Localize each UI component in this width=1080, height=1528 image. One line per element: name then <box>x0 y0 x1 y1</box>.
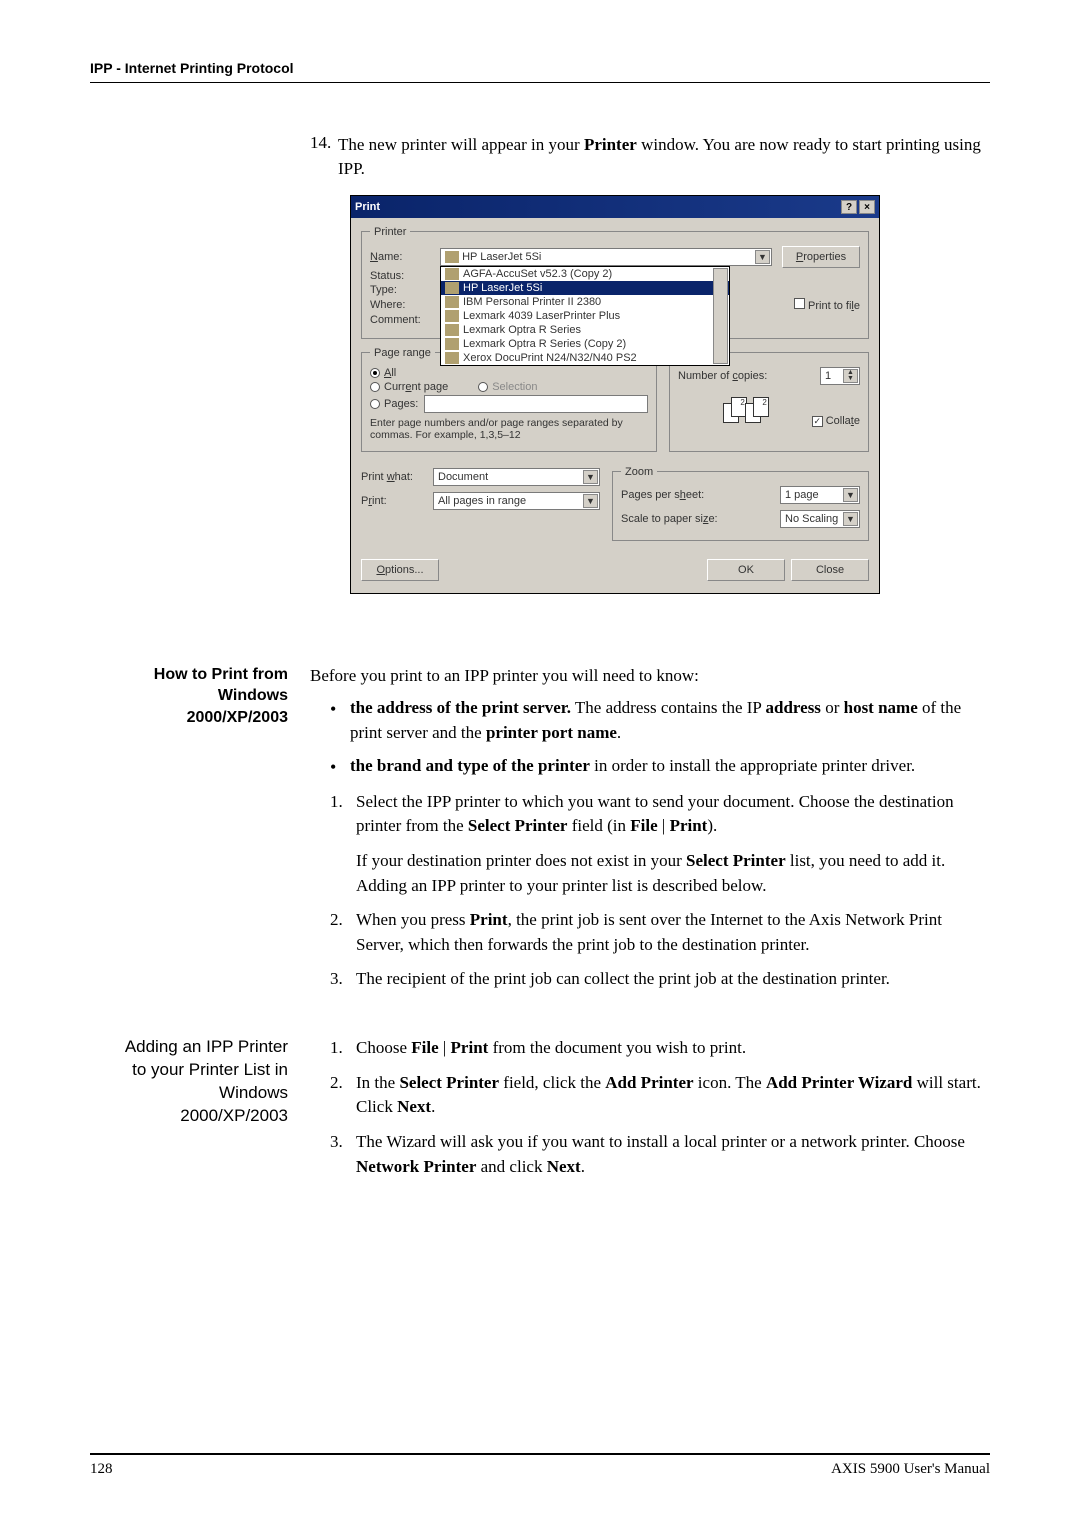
add-step-1-number: 1. <box>330 1036 356 1061</box>
dropdown-arrow-icon: ▼ <box>755 250 770 264</box>
all-radio-label: All <box>384 367 396 379</box>
printer-dropdown-list: AGFA-AccuSet v52.3 (Copy 2) HP LaserJet … <box>440 266 730 366</box>
dialog-title: Print <box>355 201 380 213</box>
printer-group-legend: Printer <box>370 226 410 238</box>
dropdown-scrollbar <box>713 268 728 364</box>
step-1-number: 1. <box>330 790 356 839</box>
print-range-label: Print: <box>361 495 433 507</box>
add-step-2-text: In the Select Printer field, click the A… <box>356 1071 990 1120</box>
manual-title: AXIS 5900 User's Manual <box>831 1461 990 1478</box>
status-label: Status: <box>370 270 440 282</box>
help-button-icon: ? <box>841 200 857 214</box>
collate-checkbox: ✓ <box>812 416 823 427</box>
step-14-number: 14. <box>310 133 338 153</box>
pages-radio-label: Pages: <box>384 398 418 410</box>
options-button: Options... <box>361 559 439 581</box>
print-dialog-screenshot: Print ? × Printer Name: HP LaserJet 5 <box>350 195 990 594</box>
print-to-file-label: Print to file <box>808 300 860 312</box>
collate-label: Collate <box>826 415 860 427</box>
pages-per-sheet-label: Pages per sheet: <box>621 489 704 501</box>
howto-heading: How to Print from Windows 2000/XP/2003 <box>90 664 310 1001</box>
ok-button: OK <box>707 559 785 581</box>
step-3-number: 3. <box>330 967 356 992</box>
add-step-3-number: 3. <box>330 1130 356 1179</box>
all-radio <box>370 368 380 378</box>
step-2-text: When you press Print, the print job is s… <box>356 908 990 957</box>
type-label: Type: <box>370 284 440 296</box>
close-button: Close <box>791 559 869 581</box>
header-breadcrumb: IPP - Internet Printing Protocol <box>90 60 990 82</box>
copies-label: Number of copies: <box>678 370 767 382</box>
selection-radio <box>478 382 488 392</box>
pages-per-sheet-dropdown: 1 page▼ <box>780 486 860 504</box>
selection-label: Selection <box>492 381 537 393</box>
bullet-1: the address of the print server. The add… <box>350 696 990 745</box>
zoom-legend: Zoom <box>621 466 657 478</box>
pages-radio <box>370 399 380 409</box>
print-what-dropdown: Document▼ <box>433 468 600 486</box>
current-page-radio <box>370 382 380 392</box>
scale-dropdown: No Scaling▼ <box>780 510 860 528</box>
step-14-text: The new printer will appear in your Prin… <box>338 133 990 181</box>
step-1-text: Select the IPP printer to which you want… <box>356 790 990 839</box>
bullet-2: the brand and type of the printer in ord… <box>350 754 990 780</box>
page-range-legend: Page range <box>370 347 435 359</box>
howto-intro: Before you print to an IPP printer you w… <box>310 664 990 689</box>
printer-name-dropdown: HP LaserJet 5Si ▼ <box>440 248 772 266</box>
add-step-1-text: Choose File | Print from the document yo… <box>356 1036 990 1061</box>
add-step-3-text: The Wizard will ask you if you want to i… <box>356 1130 990 1179</box>
current-page-label: Current page <box>384 381 448 393</box>
bullet-icon: • <box>330 696 350 745</box>
print-to-file-checkbox <box>794 298 805 309</box>
step-2-number: 2. <box>330 908 356 957</box>
copies-spinner: 1 ▲▼ <box>820 367 860 385</box>
print-what-label: Print what: <box>361 471 433 483</box>
adding-heading: Adding an IPP Printer to your Printer Li… <box>90 1036 310 1187</box>
where-label: Where: <box>370 299 440 311</box>
page-number: 128 <box>90 1461 113 1478</box>
comment-label: Comment: <box>370 314 440 326</box>
pages-hint: Enter page numbers and/or page ranges se… <box>370 417 648 441</box>
add-step-2-number: 2. <box>330 1071 356 1120</box>
close-button-icon: × <box>859 200 875 214</box>
scale-label: Scale to paper size: <box>621 513 718 525</box>
print-range-dropdown: All pages in range▼ <box>433 492 600 510</box>
name-label: Name: <box>370 251 440 263</box>
printer-icon <box>445 251 459 263</box>
properties-button: Properties <box>782 246 860 268</box>
bullet-icon: • <box>330 754 350 780</box>
collate-icon: 12 12 <box>721 391 769 427</box>
step-1-para: If your destination printer does not exi… <box>356 849 990 898</box>
pages-input <box>424 395 648 413</box>
step-3-text: The recipient of the print job can colle… <box>356 967 990 992</box>
